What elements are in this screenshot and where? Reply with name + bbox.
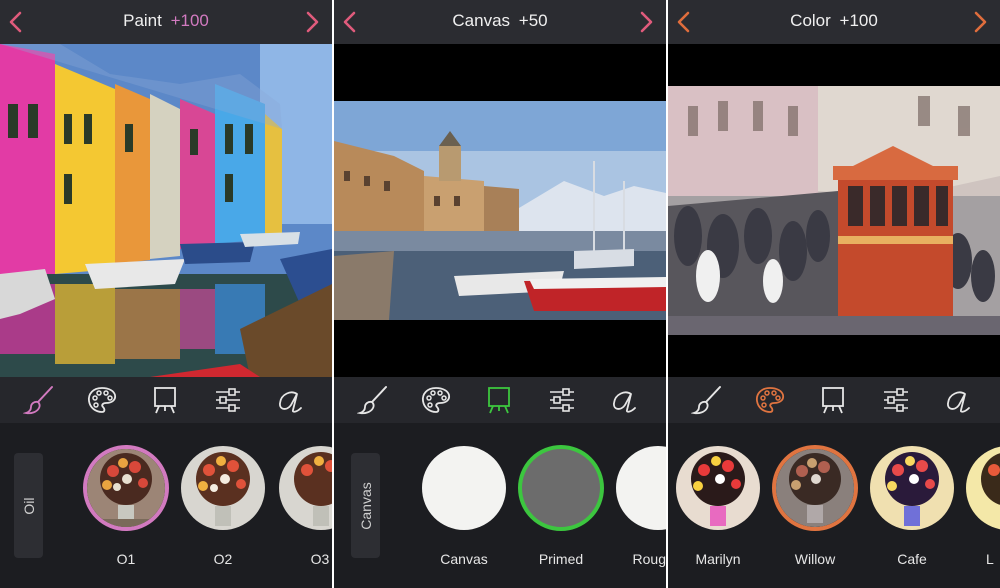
category-tab[interactable]: Canvas	[351, 453, 380, 558]
preset-label: O1	[116, 551, 136, 567]
preset-label: Canvas	[440, 551, 488, 567]
preset-label: Marilyn	[695, 551, 741, 567]
preset-label: L	[986, 551, 994, 567]
tool-bar	[0, 377, 332, 423]
preset-thumb-o3[interactable]	[279, 446, 332, 530]
text-style-icon[interactable]	[275, 384, 307, 416]
forward-chevron-icon[interactable]	[966, 8, 994, 36]
preset-label: O3	[310, 551, 330, 567]
photo-preview[interactable]	[0, 44, 332, 377]
preset-thumb-l[interactable]	[966, 446, 1000, 530]
title-amount: +50	[518, 11, 548, 30]
category-label: Canvas	[357, 481, 374, 530]
palette-icon[interactable]	[420, 384, 452, 416]
canvas-panel: Canvas +50 Canvas Canvas Primed Roug	[334, 0, 666, 588]
preset-thumb-o1[interactable]	[83, 445, 169, 531]
title-text: Paint	[123, 11, 162, 30]
forward-chevron-icon[interactable]	[298, 8, 326, 36]
color-photo-street	[668, 86, 1000, 335]
title-amount: +100	[170, 11, 209, 30]
preset-label: Willow	[794, 551, 836, 567]
tool-bar	[668, 377, 1000, 423]
screen-title: Canvas +50	[334, 11, 666, 31]
title-text: Color	[790, 11, 831, 30]
color-panel: Color +100 Marilyn Willow Cafe L	[668, 0, 1000, 588]
title-text: Canvas	[452, 11, 511, 30]
palette-icon[interactable]	[86, 384, 118, 416]
header: Paint +100	[0, 0, 332, 44]
forward-chevron-icon[interactable]	[632, 8, 660, 36]
text-style-icon[interactable]	[943, 384, 975, 416]
easel-icon[interactable]	[483, 384, 515, 416]
preset-thumb-cafe[interactable]	[870, 446, 954, 530]
brush-icon[interactable]	[691, 384, 723, 416]
category-label: Oil	[20, 496, 37, 515]
preset-tray: Oil O1 O2 O3	[0, 423, 332, 588]
easel-icon[interactable]	[817, 384, 849, 416]
sliders-icon[interactable]	[212, 384, 244, 416]
preset-thumb-primed[interactable]	[518, 445, 604, 531]
app-comparison: Paint +100 Oil O1 O2 O3 Canvas +50 Canva…	[0, 0, 1000, 588]
tool-bar	[334, 377, 666, 423]
header: Canvas +50	[334, 0, 666, 44]
preset-label: O2	[213, 551, 233, 567]
preset-tray: Canvas Canvas Primed Roug	[334, 423, 666, 588]
photo-preview[interactable]	[334, 44, 666, 377]
painted-photo-houses	[0, 44, 332, 377]
screen-title: Color +100	[668, 11, 1000, 31]
preset-thumb-rough[interactable]	[616, 446, 666, 530]
preset-label: Roug	[632, 551, 666, 567]
brush-icon[interactable]	[23, 384, 55, 416]
palette-icon[interactable]	[754, 384, 786, 416]
paint-panel: Paint +100 Oil O1 O2 O3	[0, 0, 332, 588]
easel-icon[interactable]	[149, 384, 181, 416]
sliders-icon[interactable]	[880, 384, 912, 416]
sliders-icon[interactable]	[546, 384, 578, 416]
canvas-photo-harbor	[334, 101, 666, 320]
preset-thumb-marilyn[interactable]	[676, 446, 760, 530]
header: Color +100	[668, 0, 1000, 44]
preset-thumb-o2[interactable]	[181, 446, 265, 530]
preset-tray: Marilyn Willow Cafe L	[668, 423, 1000, 588]
preset-label: Cafe	[897, 551, 927, 567]
brush-icon[interactable]	[357, 384, 389, 416]
title-amount: +100	[839, 11, 878, 30]
preset-thumb-willow[interactable]	[772, 445, 858, 531]
text-style-icon[interactable]	[609, 384, 641, 416]
photo-preview[interactable]	[668, 44, 1000, 377]
preset-thumb-canvas[interactable]	[422, 446, 506, 530]
screen-title: Paint +100	[0, 11, 332, 31]
category-tab[interactable]: Oil	[14, 453, 43, 558]
